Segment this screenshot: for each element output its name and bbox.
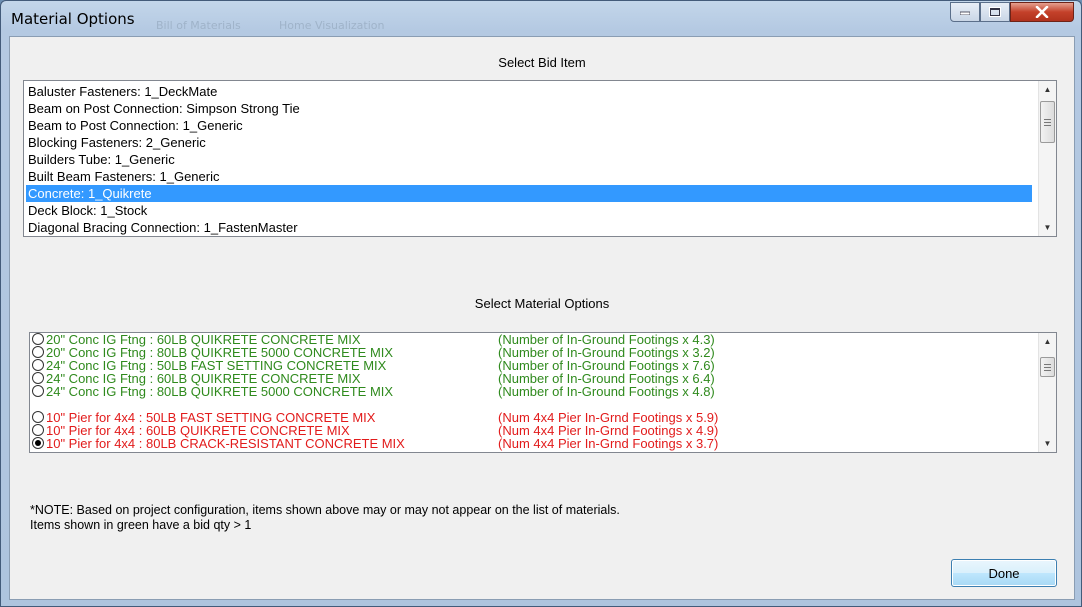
background-tab-label: Bill of Materials [156, 19, 241, 32]
close-button[interactable] [1010, 2, 1074, 22]
note-text: *NOTE: Based on project configuration, i… [30, 503, 620, 517]
arrow-up-icon[interactable]: ▲ [1039, 81, 1056, 98]
scrollbar-thumb[interactable] [1040, 101, 1055, 143]
maximize-button[interactable] [980, 2, 1010, 22]
minimize-button[interactable] [950, 2, 980, 22]
title-bar[interactable]: Material Options Bill of Materials Home … [1, 1, 1081, 35]
material-option-row[interactable]: 24" Conc IG Ftng : 80LB QUIKRETE 5000 CO… [32, 385, 1032, 398]
material-name: 10" Pier for 4x4 : 80LB CRACK-RESISTANT … [46, 436, 405, 451]
radio-button[interactable] [32, 424, 44, 436]
material-options-heading: Select Material Options [474, 296, 610, 311]
note-text: Items shown in green have a bid qty > 1 [30, 518, 252, 532]
grip-icon [1044, 118, 1051, 126]
arrow-down-icon[interactable]: ▼ [1039, 435, 1056, 452]
material-quantity-formula: (Number of In-Ground Footings x 4.8) [498, 384, 715, 399]
arrow-down-icon[interactable]: ▼ [1039, 219, 1056, 236]
bid-item[interactable]: Built Beam Fasteners: 1_Generic [26, 168, 1032, 185]
radio-button[interactable] [32, 359, 44, 371]
maximize-icon [989, 7, 1001, 17]
bid-item-selected[interactable]: Concrete: 1_Quikrete [26, 185, 1032, 202]
radio-button[interactable] [32, 372, 44, 384]
bid-item[interactable]: Blocking Fasteners: 2_Generic [26, 134, 1032, 151]
radio-button[interactable] [32, 346, 44, 358]
radio-button[interactable] [32, 385, 44, 397]
bid-item-list[interactable]: Baluster Fasteners: 1_DeckMate Beam on P… [23, 80, 1057, 237]
bid-item[interactable]: Diagonal Bracing Connection: 1_FastenMas… [26, 219, 1032, 236]
done-button[interactable]: Done [951, 559, 1057, 587]
dialog-body: Select Bid Item Baluster Fasteners: 1_De… [9, 36, 1075, 600]
material-options-window: Material Options Bill of Materials Home … [0, 0, 1082, 607]
material-list-scrollbar[interactable]: ▲ ▼ [1038, 333, 1056, 452]
window-title: Material Options [11, 10, 135, 28]
bid-item-heading: Select Bid Item [498, 55, 586, 70]
bid-list-scrollbar[interactable]: ▲ ▼ [1038, 81, 1056, 236]
radio-button[interactable] [32, 333, 44, 345]
scrollbar-thumb[interactable] [1040, 357, 1055, 377]
background-tab-label: Home Visualization [279, 19, 385, 32]
bid-item[interactable]: Builders Tube: 1_Generic [26, 151, 1032, 168]
close-icon [1035, 6, 1049, 18]
bid-item[interactable]: Beam to Post Connection: 1_Generic [26, 117, 1032, 134]
bid-item[interactable]: Deck Block: 1_Stock [26, 202, 1032, 219]
radio-button-selected[interactable] [32, 437, 44, 449]
material-option-row[interactable]: 10" Pier for 4x4 : 80LB CRACK-RESISTANT … [32, 437, 1032, 450]
material-quantity-formula: (Num 4x4 Pier In-Grnd Footings x 3.7) [498, 436, 719, 451]
radio-button[interactable] [32, 411, 44, 423]
minimize-icon [960, 11, 970, 15]
grip-icon [1044, 363, 1051, 371]
arrow-up-icon[interactable]: ▲ [1039, 333, 1056, 350]
bid-item[interactable]: Beam on Post Connection: Simpson Strong … [26, 100, 1032, 117]
bid-item[interactable]: Baluster Fasteners: 1_DeckMate [26, 83, 1032, 100]
material-name: 24" Conc IG Ftng : 80LB QUIKRETE 5000 CO… [46, 384, 394, 399]
material-options-list[interactable]: 20" Conc IG Ftng : 60LB QUIKRETE CONCRET… [29, 332, 1057, 453]
